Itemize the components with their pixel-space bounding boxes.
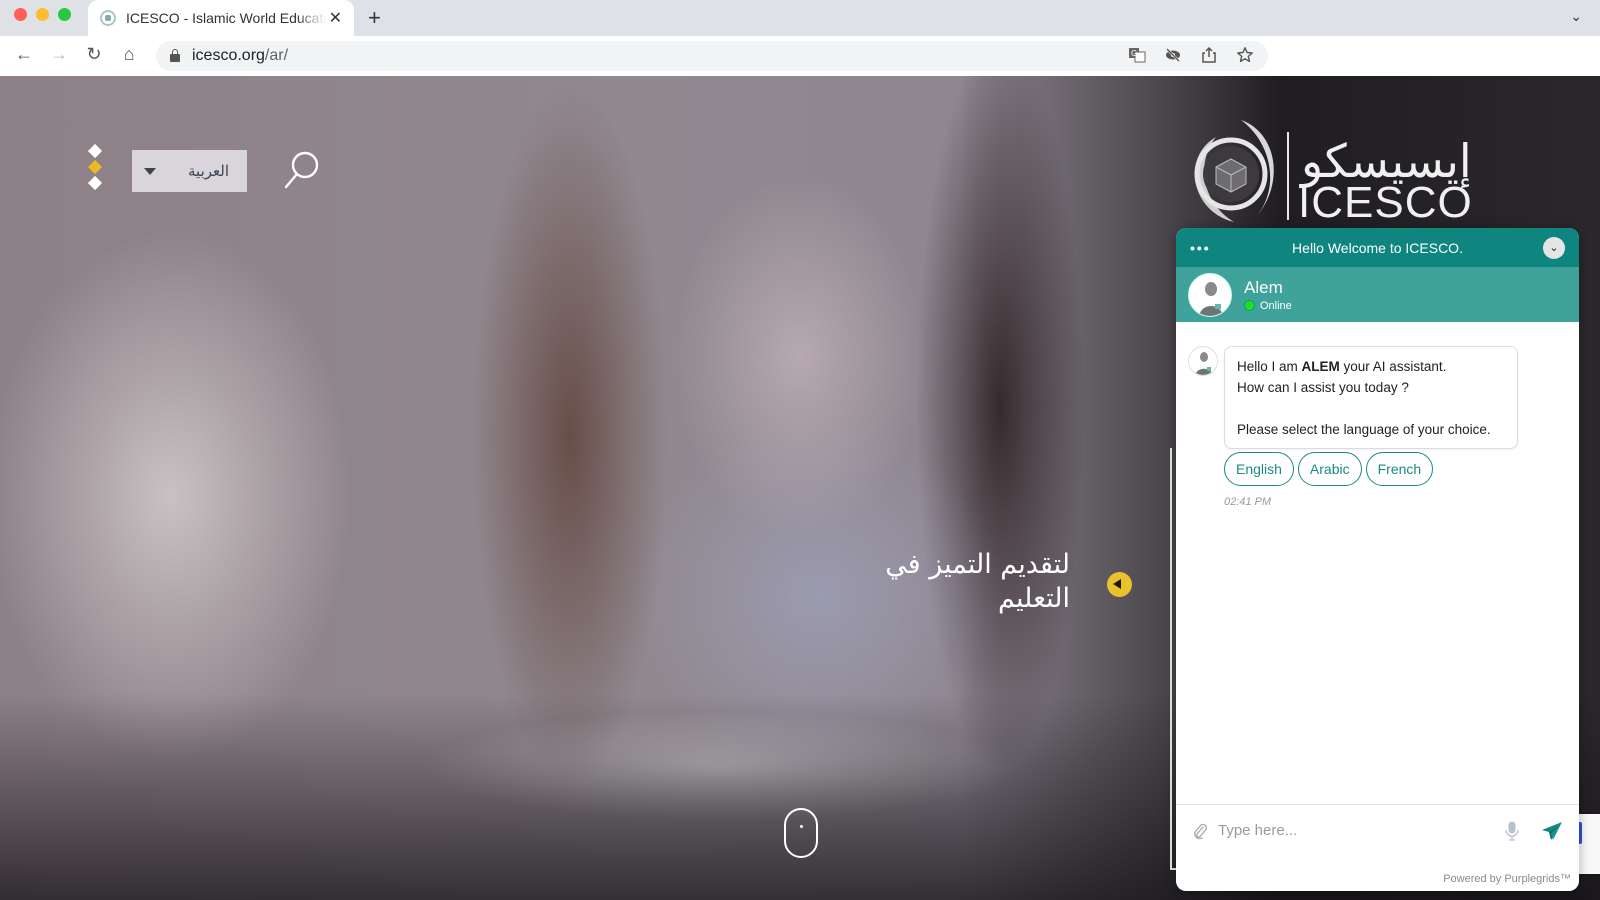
tracking-protection-eye-icon[interactable] — [1164, 46, 1182, 64]
icesco-emblem-icon — [1194, 120, 1274, 222]
hero-slide-text: لتقديم التميز في التعليم — [885, 549, 1070, 614]
menu-toggle-diamonds[interactable] — [87, 143, 103, 194]
quick-replies: English Arabic French — [1224, 452, 1434, 486]
online-status-dot-icon — [1244, 300, 1255, 311]
diamond-icon — [87, 143, 103, 159]
back-button[interactable]: ← — [12, 44, 36, 65]
chat-composer — [1176, 804, 1579, 856]
icesco-favicon-icon — [100, 10, 116, 26]
language-select[interactable]: العربية — [132, 150, 247, 192]
bot-message-bubble: Hello I am ALEM your AI assistant. How c… — [1224, 346, 1518, 449]
message-text: Please select the language of your choic… — [1237, 422, 1491, 437]
chat-menu-dots-icon[interactable]: ••• — [1190, 240, 1211, 256]
message-text: your AI assistant. — [1339, 359, 1447, 374]
slide-prev-arrow-icon[interactable] — [1107, 572, 1132, 597]
tab-title: ICESCO - Islamic World Educational, Scie… — [126, 10, 326, 26]
bookmark-star-icon[interactable] — [1236, 46, 1254, 64]
message-bold-text: ALEM — [1301, 359, 1340, 374]
message-text: How can I assist you today ? — [1237, 380, 1409, 395]
microphone-icon[interactable] — [1505, 821, 1519, 841]
message-timestamp: 02:41 PM — [1224, 496, 1272, 508]
reload-button[interactable]: ↻ — [82, 44, 106, 65]
lock-icon — [170, 49, 180, 62]
chat-agent-bar: Alem Online — [1176, 267, 1579, 322]
browser-tab-active[interactable]: ICESCO - Islamic World Educational, Scie… — [88, 0, 354, 36]
agent-avatar — [1188, 272, 1232, 317]
agent-status-text: Online — [1260, 299, 1292, 312]
agent-name: Alem — [1244, 277, 1283, 297]
share-icon[interactable] — [1200, 46, 1218, 64]
quick-reply-arabic[interactable]: Arabic — [1297, 452, 1362, 486]
new-tab-button[interactable]: + — [368, 5, 381, 31]
tab-search-chevron-icon[interactable]: ⌄ — [1570, 8, 1582, 25]
chat-minimize-chevron-icon[interactable]: ⌄ — [1543, 236, 1565, 259]
address-bar[interactable]: icesco.org /ar/ G — [156, 41, 1268, 71]
language-select-value: العربية — [188, 162, 229, 180]
chat-header: ••• Hello Welcome to ICESCO. ⌄ — [1176, 228, 1579, 267]
logo-latin-text: ICESCO — [1298, 178, 1473, 227]
chat-widget: ••• Hello Welcome to ICESCO. ⌄ Alem Onli… — [1176, 228, 1579, 891]
quick-reply-french[interactable]: French — [1365, 452, 1434, 486]
browser-tab-bar: ICESCO - Islamic World Educational, Scie… — [0, 0, 1600, 36]
message-text: Hello I am — [1237, 359, 1302, 374]
chat-header-title: Hello Welcome to ICESCO. — [1292, 239, 1463, 256]
home-button[interactable]: ⌂ — [117, 44, 141, 65]
translate-icon[interactable]: G — [1128, 46, 1146, 64]
attach-paperclip-icon[interactable] — [1192, 822, 1208, 840]
window-zoom-button[interactable] — [58, 8, 71, 21]
diamond-icon-active — [87, 159, 103, 175]
hero-section: العربية إيسيسكو ICESCO لتقديم التميز في … — [0, 76, 1600, 900]
url-host: icesco.org — [192, 47, 265, 64]
powered-by-text: Powered by Purplegrids™ — [1443, 873, 1571, 885]
slider-progress-line — [1170, 448, 1178, 870]
chat-messages: Hello I am ALEM your AI assistant. How c… — [1176, 322, 1579, 804]
url-path: /ar/ — [264, 47, 289, 64]
chat-message-input[interactable] — [1218, 822, 1505, 839]
bot-avatar — [1188, 346, 1218, 376]
send-paper-plane-icon[interactable] — [1541, 821, 1563, 841]
window-minimize-button[interactable] — [36, 8, 49, 21]
diamond-icon — [87, 175, 103, 191]
icesco-logo[interactable]: إيسيسكو ICESCO — [1186, 112, 1486, 227]
close-tab-icon[interactable]: ✕ — [329, 8, 342, 28]
caret-down-icon — [144, 167, 156, 175]
forward-button[interactable]: → — [47, 44, 71, 65]
window-close-button[interactable] — [14, 8, 27, 21]
search-icon[interactable] — [282, 150, 322, 190]
browser-toolbar: ← → ↻ ⌂ icesco.org /ar/ G — [0, 36, 1600, 76]
quick-reply-english[interactable]: English — [1224, 452, 1294, 486]
scroll-down-mouse-icon[interactable] — [784, 808, 818, 858]
svg-text:G: G — [1131, 49, 1137, 58]
